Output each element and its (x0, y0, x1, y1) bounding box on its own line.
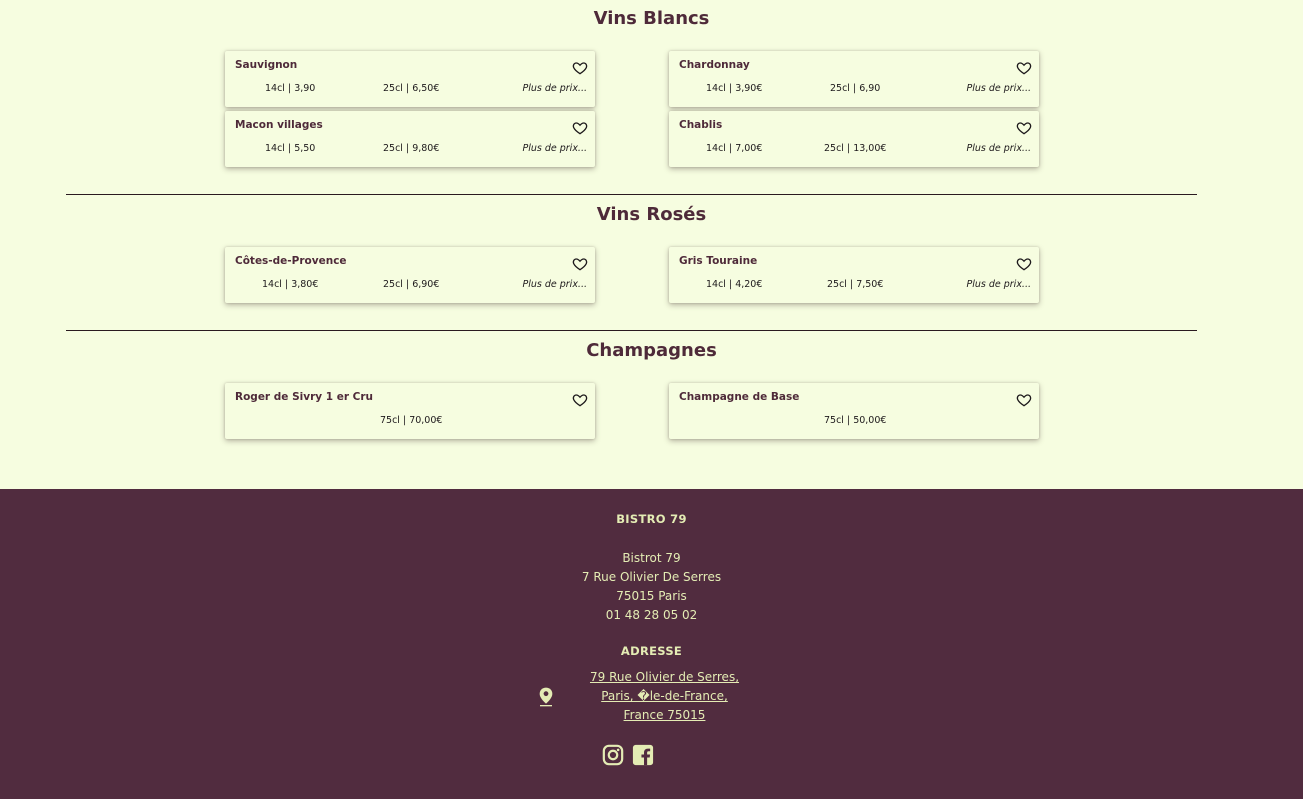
wine-card-macon-villages[interactable]: Macon villages 14cl | 5,50 25cl | 9,80€ … (225, 111, 595, 167)
wine-name: Gris Touraine (679, 255, 758, 267)
more-prices-link[interactable]: Plus de prix... (966, 143, 1031, 154)
price-small: 14cl | 3,80€ (262, 279, 319, 290)
price-small: 14cl | 5,50 (265, 143, 316, 154)
address-link-line-1[interactable]: 79 Rue Olivier de Serres, (0, 670, 1303, 684)
price-small: 14cl | 4,20€ (706, 279, 763, 290)
heart-icon[interactable] (1016, 120, 1032, 136)
heart-icon[interactable] (572, 392, 588, 408)
facebook-icon[interactable] (632, 744, 654, 766)
price-small: 14cl | 3,90 (265, 83, 316, 94)
section-title-vins-roses: Vins Rosés (596, 204, 707, 225)
price-small: 14cl | 3,90€ (706, 83, 763, 94)
more-prices-link[interactable]: Plus de prix... (522, 279, 587, 290)
instagram-icon[interactable] (602, 744, 624, 766)
heart-icon[interactable] (1016, 60, 1032, 76)
heart-icon[interactable] (572, 256, 588, 272)
more-prices-link[interactable]: Plus de prix... (522, 143, 587, 154)
price-large: 25cl | 13,00€ (824, 143, 887, 154)
more-prices-link[interactable]: Plus de prix... (966, 279, 1031, 290)
heart-icon[interactable] (572, 60, 588, 76)
wine-card-sauvignon[interactable]: Sauvignon 14cl | 3,90 25cl | 6,50€ Plus … (225, 51, 595, 107)
price-bottle: 75cl | 70,00€ (380, 415, 443, 426)
price-large: 25cl | 9,80€ (383, 143, 440, 154)
section-divider (66, 194, 1197, 195)
more-prices-link[interactable]: Plus de prix... (966, 83, 1031, 94)
footer-line-name: Bistrot 79 (622, 551, 681, 565)
wine-card-chablis[interactable]: Chablis 14cl | 7,00€ 25cl | 13,00€ Plus … (669, 111, 1039, 167)
wine-card-champagne-de-base[interactable]: Champagne de Base 75cl | 50,00€ (669, 383, 1039, 439)
wine-name: Sauvignon (235, 59, 298, 71)
footer-line-phone: 01 48 28 05 02 (605, 608, 698, 622)
footer-address-heading: ADRESSE (620, 644, 683, 658)
price-large: 25cl | 6,50€ (383, 83, 440, 94)
footer-brand: BISTRO 79 (616, 512, 687, 526)
section-title-champagnes: Champagnes (586, 340, 717, 361)
heart-icon[interactable] (1016, 392, 1032, 408)
footer: BISTRO 79 Bistrot 79 7 Rue Olivier De Se… (0, 489, 1303, 799)
price-small: 14cl | 7,00€ (706, 143, 763, 154)
footer-line-city: 75015 Paris (616, 589, 687, 603)
heart-icon[interactable] (572, 120, 588, 136)
wine-card-roger-de-sivry[interactable]: Roger de Sivry 1 er Cru 75cl | 70,00€ (225, 383, 595, 439)
wine-name: Côtes-de-Provence (235, 255, 347, 267)
wine-card-chardonnay[interactable]: Chardonnay 14cl | 3,90€ 25cl | 6,90 Plus… (669, 51, 1039, 107)
price-large: 25cl | 6,90 (830, 83, 881, 94)
heart-icon[interactable] (1016, 256, 1032, 272)
address-link-line-2[interactable]: Paris, �le-de-France, (0, 689, 1303, 703)
footer-line-street: 7 Rue Olivier De Serres (581, 570, 722, 584)
section-divider (66, 330, 1197, 331)
wine-card-cotes-de-provence[interactable]: Côtes-de-Provence 14cl | 3,80€ 25cl | 6,… (225, 247, 595, 303)
wine-name: Roger de Sivry 1 er Cru (235, 391, 374, 403)
price-large: 25cl | 7,50€ (827, 279, 884, 290)
wine-name: Chardonnay (679, 59, 750, 71)
address-link-line-3[interactable]: France 75015 (0, 708, 1303, 722)
section-title-vins-blancs: Vins Blancs (593, 8, 710, 29)
price-bottle: 75cl | 50,00€ (824, 415, 887, 426)
price-large: 25cl | 6,90€ (383, 279, 440, 290)
wine-card-gris-touraine[interactable]: Gris Touraine 14cl | 4,20€ 25cl | 7,50€ … (669, 247, 1039, 303)
wine-name: Chablis (679, 119, 723, 131)
wine-name: Macon villages (235, 119, 323, 131)
wine-name: Champagne de Base (679, 391, 800, 403)
more-prices-link[interactable]: Plus de prix... (522, 83, 587, 94)
